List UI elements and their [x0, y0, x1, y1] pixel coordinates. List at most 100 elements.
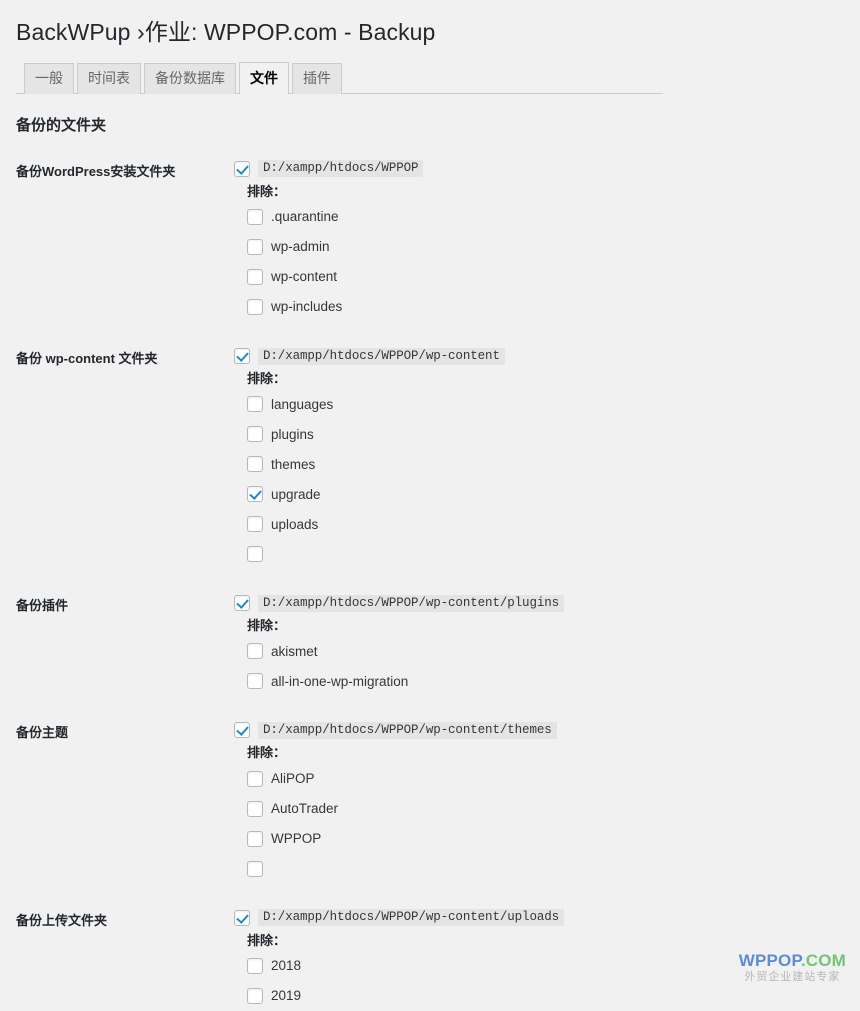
- exclude-label: 排除：: [247, 183, 287, 199]
- exclude-list: languages plugins themes upgrade uploads: [234, 389, 860, 569]
- exclude-checkbox[interactable]: [247, 770, 263, 787]
- folder-path-text: D:/xampp/htdocs/WPPOP/wp-content: [258, 347, 505, 365]
- row-field: D:/xampp/htdocs/WPPOP 排除： .quarantine wp-ad…: [234, 159, 860, 322]
- folder-enable-checkbox[interactable]: [234, 595, 250, 612]
- exclude-item[interactable]: uploads: [247, 509, 860, 539]
- exclude-checkbox[interactable]: [247, 486, 263, 503]
- tab-4[interactable]: 插件: [292, 62, 342, 94]
- watermark: WPPOP.COM 外贸企业建站专家: [739, 951, 846, 984]
- exclude-item[interactable]: plugins: [247, 419, 860, 449]
- exclude-item[interactable]: languages: [247, 389, 860, 419]
- row-label: 备份WordPress安装文件夹: [16, 163, 176, 179]
- exclude-item[interactable]: wp-includes: [247, 292, 860, 322]
- row-label: 备份上传文件夹: [16, 912, 108, 928]
- folder-path-line: D:/xampp/htdocs/WPPOP/wp-content/themes: [234, 720, 860, 740]
- form-row: 备份插件 D:/xampp/htdocs/WPPOP/wp-content/plu…: [16, 569, 860, 696]
- exclude-item-label: upgrade: [271, 486, 321, 502]
- exclude-item-label: AutoTrader: [271, 800, 339, 816]
- exclude-checkbox[interactable]: [247, 860, 263, 877]
- folder-path-line: D:/xampp/htdocs/WPPOP/wp-content: [234, 346, 860, 366]
- exclude-item-blank[interactable]: [234, 854, 860, 884]
- exclude-checkbox[interactable]: [247, 426, 263, 443]
- exclude-item-label: all-in-one-wp-migration: [271, 673, 409, 689]
- tab-1[interactable]: 时间表: [77, 62, 141, 94]
- exclude-item-label: AliPOP: [271, 770, 315, 786]
- exclude-item[interactable]: themes: [247, 449, 860, 479]
- row-label: 备份主题: [16, 725, 69, 741]
- exclude-checkbox[interactable]: [247, 673, 263, 690]
- form-row: 备份上传文件夹 D:/xampp/htdocs/WPPOP/wp-content/…: [16, 884, 860, 1011]
- folder-path-line: D:/xampp/htdocs/WPPOP: [234, 159, 860, 179]
- exclude-checkbox[interactable]: [247, 957, 263, 974]
- exclude-list: AliPOP AutoTrader WPPOP: [234, 764, 860, 884]
- exclude-item[interactable]: 2019: [247, 981, 860, 1011]
- watermark-subtitle: 外贸企业建站专家: [744, 971, 841, 984]
- exclude-item[interactable]: upgrade: [247, 479, 860, 509]
- tab-2[interactable]: 备份数据库: [144, 62, 236, 94]
- folder-enable-checkbox[interactable]: [234, 909, 250, 926]
- exclude-item-label: wp-admin: [271, 239, 330, 255]
- folder-path-line: D:/xampp/htdocs/WPPOP/wp-content/uploads: [234, 908, 860, 928]
- exclude-item-label: languages: [271, 396, 334, 412]
- exclude-item-label: plugins: [271, 426, 314, 442]
- folder-enable-checkbox[interactable]: [234, 348, 250, 365]
- exclude-checkbox[interactable]: [247, 830, 263, 847]
- exclude-label: 排除：: [247, 745, 287, 761]
- exclude-item[interactable]: AutoTrader: [247, 794, 860, 824]
- exclude-checkbox[interactable]: [247, 269, 263, 286]
- folder-enable-checkbox[interactable]: [234, 722, 250, 739]
- exclude-checkbox[interactable]: [247, 516, 263, 533]
- exclude-item-label: .quarantine: [271, 209, 339, 225]
- form-row: 备份主题 D:/xampp/htdocs/WPPOP/wp-content/the…: [16, 696, 860, 883]
- form-row: 备份WordPress安装文件夹 D:/xampp/htdocs/WPPOP 排除：…: [16, 135, 860, 322]
- watermark-title: WPPOP.COM: [739, 951, 846, 971]
- exclude-checkbox[interactable]: [247, 239, 263, 256]
- exclude-list: akismet all-in-one-wp-migration: [234, 636, 860, 696]
- exclude-item[interactable]: wp-admin: [247, 232, 860, 262]
- exclude-item[interactable]: all-in-one-wp-migration: [247, 666, 860, 696]
- row-label: 备份插件: [16, 598, 69, 614]
- section-heading: 备份的文件夹: [16, 116, 107, 134]
- exclude-checkbox[interactable]: [247, 396, 263, 413]
- folder-path-text: D:/xampp/htdocs/WPPOP: [258, 160, 424, 178]
- exclude-checkbox[interactable]: [247, 643, 263, 660]
- folder-path-line: D:/xampp/htdocs/WPPOP/wp-content/plugins: [234, 593, 860, 613]
- folder-path-text: D:/xampp/htdocs/WPPOP/wp-content/plugins: [258, 594, 565, 612]
- watermark-title-secondary: .COM: [800, 950, 846, 970]
- tab-0[interactable]: 一般: [24, 62, 74, 94]
- row-field: D:/xampp/htdocs/WPPOP/wp-content 排除： langu…: [234, 346, 860, 569]
- exclude-checkbox[interactable]: [247, 546, 263, 563]
- exclude-checkbox[interactable]: [247, 800, 263, 817]
- exclude-item-label: 2019: [271, 988, 302, 1004]
- exclude-item-label: akismet: [271, 643, 318, 659]
- exclude-label: 排除：: [247, 932, 287, 948]
- exclude-item-label: themes: [271, 456, 316, 472]
- exclude-checkbox[interactable]: [247, 987, 263, 1004]
- exclude-item[interactable]: wp-content: [247, 262, 860, 292]
- exclude-checkbox[interactable]: [247, 209, 263, 226]
- exclude-label: 排除：: [247, 371, 287, 387]
- row-label: 备份 wp-content 文件夹: [16, 351, 158, 367]
- exclude-label: 排除：: [247, 618, 287, 634]
- exclude-item[interactable]: akismet: [247, 636, 860, 666]
- exclude-item[interactable]: AliPOP: [247, 764, 860, 794]
- exclude-checkbox[interactable]: [247, 456, 263, 473]
- folder-path-text: D:/xampp/htdocs/WPPOP/wp-content/themes: [258, 721, 557, 739]
- page-title: BackWPup ›作业: WPPOP.com - Backup: [16, 19, 436, 45]
- exclude-item-label: WPPOP: [271, 830, 322, 846]
- backup-folders-form: 备份WordPress安装文件夹 D:/xampp/htdocs/WPPOP 排除：…: [0, 135, 860, 1011]
- row-field: D:/xampp/htdocs/WPPOP/wp-content/plugins…: [234, 593, 860, 696]
- exclude-item-label: 2018: [271, 958, 302, 974]
- exclude-item[interactable]: WPPOP: [247, 824, 860, 854]
- folder-enable-checkbox[interactable]: [234, 160, 250, 177]
- exclude-item-label: wp-includes: [271, 299, 343, 315]
- exclude-item[interactable]: .quarantine: [247, 202, 860, 232]
- folder-path-text: D:/xampp/htdocs/WPPOP/wp-content/uploads: [258, 909, 565, 927]
- exclude-item-blank[interactable]: [234, 539, 860, 569]
- tab-3[interactable]: 文件: [239, 61, 289, 94]
- row-field: D:/xampp/htdocs/WPPOP/wp-content/themes 排…: [234, 720, 860, 883]
- exclude-checkbox[interactable]: [247, 299, 263, 316]
- form-row: 备份 wp-content 文件夹 D:/xampp/htdocs/WPPOP/w…: [16, 322, 860, 569]
- exclude-item-label: wp-content: [271, 269, 338, 285]
- exclude-list: .quarantine wp-admin wp-content wp-includes: [234, 202, 860, 322]
